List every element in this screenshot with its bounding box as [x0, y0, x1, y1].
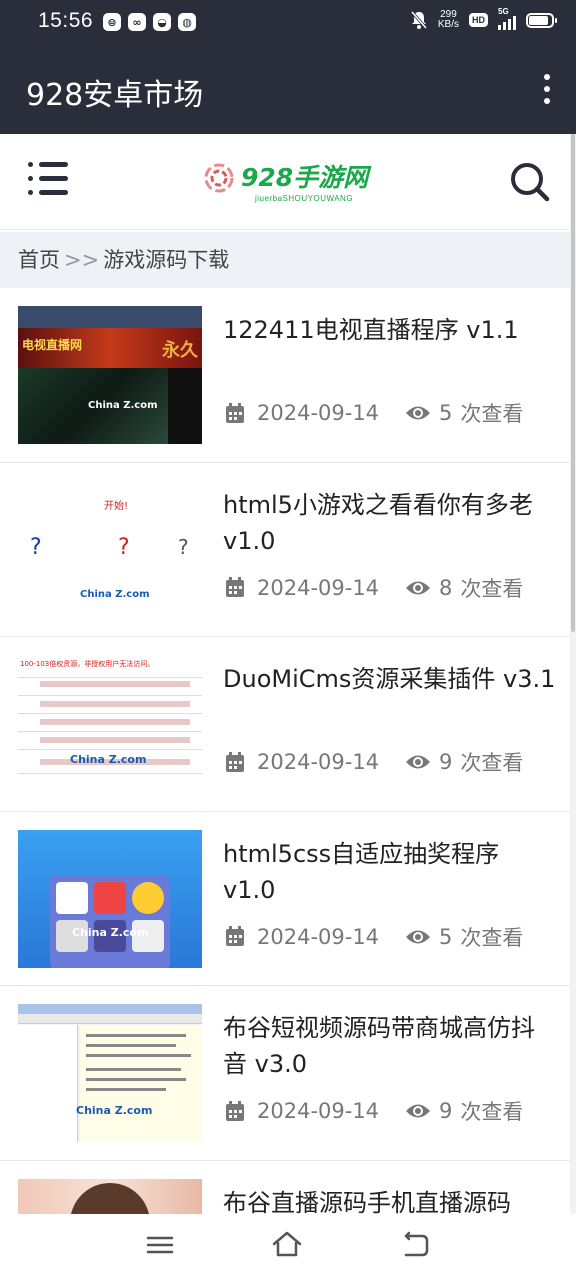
- mute-bell-icon: [410, 11, 428, 29]
- item-views-unit: 次查看: [460, 1100, 524, 1124]
- item-views-unit: 次查看: [460, 576, 524, 601]
- breadcrumb-home[interactable]: 首页: [18, 248, 60, 272]
- logo-swirl-icon: [204, 163, 234, 193]
- item-title[interactable]: 122411电视直播程序 v1.1: [223, 312, 556, 348]
- item-date: 2024-09-14: [257, 401, 380, 425]
- eye-icon: [406, 930, 431, 943]
- item-title[interactable]: html5css自适应抽奖程序 v1.0: [223, 836, 556, 908]
- signal-icon: 5G: [498, 7, 516, 30]
- home-icon[interactable]: [272, 1230, 302, 1260]
- site-logo[interactable]: 928手游网 jiuerbaSHOUYOUWANG: [203, 158, 373, 208]
- logo-subtext: jiuerbaSHOUYOUWANG: [255, 194, 354, 203]
- eye-icon: [406, 581, 431, 594]
- app-notification-icon: ◒: [153, 13, 171, 31]
- app-bar: 928安卓市场: [0, 44, 576, 134]
- item-date: 2024-09-14: [257, 575, 380, 600]
- app-notification-icon: ⊜: [103, 13, 121, 31]
- item-views: 5: [439, 401, 453, 425]
- notification-icons: ⊜ ∞ ◒ ◍: [103, 13, 196, 31]
- item-meta: 2024-09-14 9 次查看: [225, 1096, 523, 1126]
- eye-icon: [406, 755, 431, 769]
- hd-badge: HD: [469, 13, 488, 27]
- eye-icon: [406, 406, 431, 420]
- watermark: China Z.com: [70, 753, 147, 766]
- calendar-icon: [226, 926, 244, 946]
- item-thumbnail[interactable]: China Z.com: [18, 829, 202, 968]
- breadcrumb: 首页 >> 游戏源码下载: [0, 232, 570, 288]
- item-meta: 2024-09-14 5 次查看: [225, 922, 523, 952]
- breadcrumb-separator: >>: [64, 248, 100, 272]
- menu-list-icon[interactable]: [28, 162, 68, 196]
- thumbnail-caption: 电视直播网: [22, 338, 83, 352]
- calendar-icon: [226, 751, 244, 772]
- more-vert-icon[interactable]: [540, 74, 554, 104]
- item-title[interactable]: 布谷短视频源码带商城高仿抖音 v3.0: [223, 1010, 556, 1082]
- thumbnail-caption: 100-103倍权资源，非授权用户无法访问。: [20, 660, 155, 668]
- logo-text: 928手游网: [241, 163, 369, 192]
- breadcrumb-current[interactable]: 游戏源码下载: [103, 248, 229, 272]
- scrollbar-thumb[interactable]: [571, 134, 575, 632]
- item-meta: 2024-09-14 9 次查看: [225, 747, 523, 777]
- item-views-unit: 次查看: [460, 751, 524, 775]
- status-right: 299 KB/s HD 5G: [410, 7, 557, 30]
- item-thumbnail[interactable]: 开始! ? ? ? China Z.com: [18, 480, 202, 619]
- back-icon[interactable]: [400, 1230, 430, 1260]
- net-speed-unit: KB/s: [437, 19, 459, 30]
- calendar-icon: [226, 402, 244, 423]
- list-item[interactable]: China Z.com html5css自适应抽奖程序 v1.0 2024-09…: [0, 811, 570, 986]
- app-title: 928安卓市场: [26, 78, 204, 113]
- eye-icon: [406, 1104, 431, 1118]
- item-date: 2024-09-14: [257, 1099, 380, 1123]
- item-thumbnail[interactable]: 100-103倍权资源，非授权用户无法访问。 China Z.com: [18, 655, 202, 793]
- watermark: China Z.com: [88, 400, 158, 411]
- net-speed: 299 KB/s: [438, 10, 459, 30]
- search-icon[interactable]: [510, 162, 550, 202]
- status-time: 15:56: [38, 9, 94, 32]
- item-meta: 2024-09-14 8 次查看: [225, 573, 523, 603]
- item-views-unit: 次查看: [460, 402, 524, 426]
- item-meta: 2024-09-14 5 次查看: [225, 398, 523, 428]
- thumbnail-caption: 开始!: [104, 500, 129, 512]
- watermark: China Z.com: [80, 588, 150, 600]
- list-item[interactable]: China Z.com 布谷短视频源码带商城高仿抖音 v3.0 2024-09-…: [0, 986, 570, 1161]
- item-date: 2024-09-14: [257, 924, 380, 949]
- item-views: 9: [439, 750, 453, 774]
- list-item[interactable]: 开始! ? ? ? China Z.com html5小游戏之看看你有多老 v1…: [0, 462, 570, 637]
- calendar-icon: [226, 577, 244, 597]
- item-views: 5: [439, 924, 453, 949]
- resource-list: 电视直播网 永久 China Z.com 122411电视直播程序 v1.1 2…: [0, 288, 570, 1280]
- item-date: 2024-09-14: [257, 750, 380, 774]
- site-header: 928手游网 jiuerbaSHOUYOUWANG: [0, 134, 570, 230]
- network-type: 5G: [498, 7, 509, 16]
- status-bar: 15:56 ⊜ ∞ ◒ ◍ 299 KB/s HD 5G: [0, 0, 576, 44]
- app-notification-icon: ∞: [128, 13, 146, 31]
- watermark: China Z.com: [76, 1104, 153, 1117]
- item-title[interactable]: DuoMiCms资源采集插件 v3.1: [223, 661, 556, 697]
- item-views-unit: 次查看: [460, 925, 524, 950]
- list-item[interactable]: 100-103倍权资源，非授权用户无法访问。 China Z.com DuoMi…: [0, 637, 570, 812]
- app-notification-icon: ◍: [178, 13, 196, 31]
- item-thumbnail[interactable]: 电视直播网 永久 China Z.com: [18, 306, 202, 444]
- watermark: China Z.com: [72, 925, 149, 939]
- item-views: 8: [439, 575, 453, 600]
- calendar-icon: [226, 1100, 244, 1121]
- system-nav-bar: [0, 1214, 576, 1280]
- battery-icon: [526, 12, 557, 28]
- recents-icon[interactable]: [145, 1230, 175, 1260]
- item-title[interactable]: html5小游戏之看看你有多老 v1.0: [223, 487, 556, 559]
- item-views: 9: [439, 1099, 453, 1123]
- item-thumbnail[interactable]: China Z.com: [18, 1004, 202, 1142]
- list-item[interactable]: 电视直播网 永久 China Z.com 122411电视直播程序 v1.1 2…: [0, 288, 570, 463]
